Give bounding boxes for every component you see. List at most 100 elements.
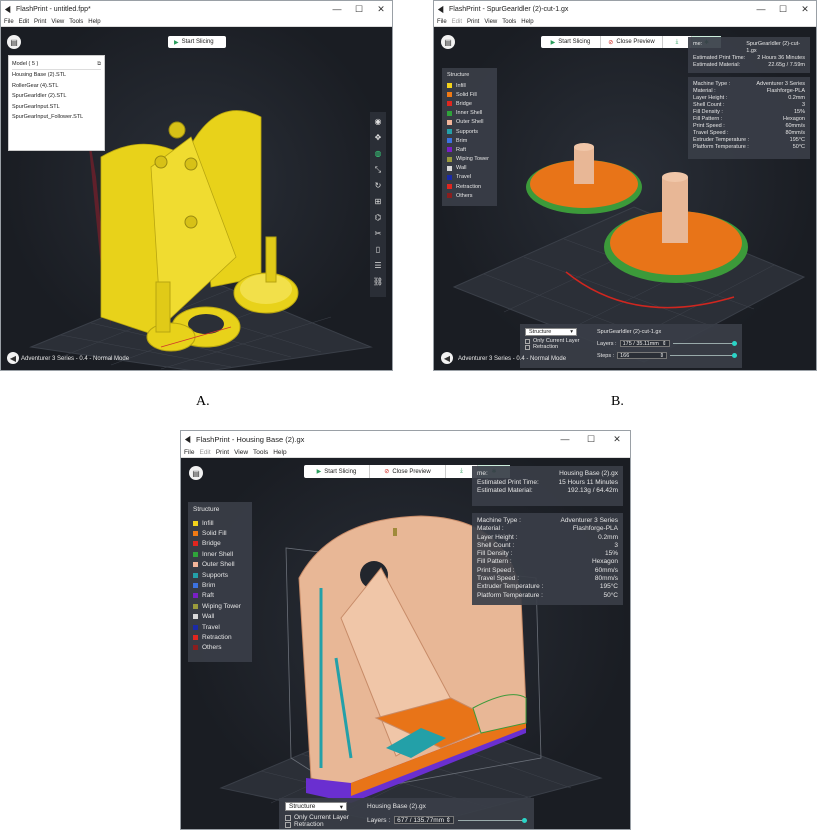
menu-print[interactable]: Print bbox=[216, 449, 229, 456]
minimize-button[interactable]: — bbox=[326, 1, 348, 17]
maximize-button[interactable]: ☐ bbox=[578, 431, 604, 447]
start-slicing-button[interactable]: ▶ Start Slicing bbox=[304, 465, 370, 478]
eye-icon[interactable]: ◉ bbox=[372, 117, 384, 126]
add-icon[interactable]: ⊞ bbox=[372, 197, 384, 206]
steps-slider-handle[interactable] bbox=[732, 353, 737, 358]
machine-row: Travel Speed : 80mm/s bbox=[693, 130, 805, 137]
only-current-layer-checkbox[interactable] bbox=[525, 338, 530, 344]
menu-print[interactable]: Print bbox=[467, 19, 479, 25]
legend-swatch bbox=[193, 634, 198, 640]
close-preview-button[interactable]: ⊘ Close Preview bbox=[370, 465, 446, 478]
minimize-button[interactable]: — bbox=[552, 431, 578, 447]
layers-slider-handle[interactable] bbox=[732, 341, 737, 346]
structure-select[interactable]: Structure ▾ bbox=[525, 328, 577, 336]
menu-tools[interactable]: Tools bbox=[253, 449, 268, 456]
retraction-checkbox[interactable] bbox=[285, 821, 291, 828]
model-item[interactable]: SpurGearInput.STL bbox=[12, 102, 101, 113]
steps-spinbox[interactable]: 166 ⇕ bbox=[617, 352, 668, 359]
menu-file[interactable]: File bbox=[437, 19, 447, 25]
maximize-button[interactable]: ☐ bbox=[772, 1, 794, 17]
menu-help[interactable]: Help bbox=[273, 449, 286, 456]
support-icon[interactable]: ⌬ bbox=[372, 213, 384, 222]
legend-swatch bbox=[447, 83, 452, 89]
close-button[interactable]: ✕ bbox=[370, 1, 392, 17]
legend-item: Infill bbox=[193, 518, 247, 528]
model-item[interactable]: SpurGearInput_Follower.STL bbox=[12, 112, 101, 123]
window-title-a: FlashPrint - untitled.fpp* bbox=[16, 5, 91, 13]
machine-row: Layer Height : 0.2mm bbox=[477, 534, 618, 542]
file-menu-button[interactable]: ▤ bbox=[7, 35, 21, 49]
machine-row: Fill Pattern : Hexagon bbox=[693, 116, 805, 123]
viewport-c[interactable]: ▤ ▶ Start Slicing ⊘ Close Preview ⤓ ✱ me… bbox=[181, 458, 630, 829]
legend-item: Wall bbox=[193, 612, 247, 622]
legend-item: Outer Shell bbox=[447, 118, 492, 127]
menu-help[interactable]: Help bbox=[521, 19, 533, 25]
machine-value: 3 bbox=[614, 541, 618, 549]
machine-value: Hexagon bbox=[591, 558, 618, 566]
menu-view[interactable]: View bbox=[51, 19, 64, 25]
close-preview-button[interactable]: ⊘ Close Preview bbox=[601, 36, 663, 48]
start-slicing-button[interactable]: ▶ Start Slicing bbox=[168, 36, 220, 48]
legend-label: Brim bbox=[202, 582, 216, 590]
menu-edit[interactable]: Edit bbox=[19, 19, 29, 25]
viewport-b[interactable]: ▤ ▶ Start Slicing ⊘ Close Preview ⤓ ✱ me… bbox=[434, 27, 816, 370]
layers-slider[interactable] bbox=[672, 341, 737, 346]
file-menu-button[interactable]: ▤ bbox=[441, 35, 455, 49]
menu-tools[interactable]: Tools bbox=[69, 19, 83, 25]
legend-label: Wall bbox=[202, 613, 215, 621]
link-icon[interactable]: ⛓ bbox=[372, 277, 384, 286]
summary-key: me: bbox=[477, 470, 488, 477]
play-icon: ▶ bbox=[316, 469, 322, 475]
layers-icon[interactable]: ☰ bbox=[372, 261, 384, 270]
close-button[interactable]: ✕ bbox=[604, 431, 630, 447]
menu-edit[interactable]: Edit bbox=[199, 449, 210, 456]
model-item[interactable]: SpurGearIdler (2).STL bbox=[12, 91, 101, 102]
legend-label: Raft bbox=[456, 146, 467, 153]
machine-key: Print Speed : bbox=[477, 566, 515, 574]
view-icon[interactable]: ◍ bbox=[372, 149, 384, 158]
model-item[interactable]: Housing Base (2).STL bbox=[12, 70, 101, 81]
minimize-button[interactable]: — bbox=[750, 1, 772, 17]
extruder-icon[interactable]: ▯ bbox=[372, 245, 384, 254]
legend-item: Supports bbox=[193, 570, 247, 580]
machine-value: 15% bbox=[604, 550, 618, 558]
menu-tools[interactable]: Tools bbox=[502, 19, 516, 25]
only-current-layer-checkbox[interactable] bbox=[285, 814, 291, 821]
legend-label: Inner Shell bbox=[202, 550, 234, 558]
structure-select[interactable]: Structure ▾ bbox=[285, 802, 347, 811]
steps-slider[interactable] bbox=[670, 353, 737, 358]
menu-print[interactable]: Print bbox=[34, 19, 46, 25]
model-list-tools-icon[interactable]: ⧉ bbox=[97, 59, 101, 69]
layers-spinbox[interactable]: 677 / 135.77mm ⇕ bbox=[394, 816, 455, 824]
close-preview-label: Close Preview bbox=[392, 468, 431, 475]
scale-icon[interactable]: ⤡ bbox=[372, 165, 384, 174]
machine-button[interactable]: ◀ bbox=[441, 352, 453, 364]
steps-label: Steps : bbox=[597, 352, 615, 359]
layers-slider[interactable] bbox=[458, 817, 527, 823]
maximize-button[interactable]: ☐ bbox=[348, 1, 370, 17]
layers-slider-handle[interactable] bbox=[522, 817, 527, 823]
rotate-icon[interactable]: ↻ bbox=[372, 181, 384, 190]
start-slicing-button[interactable]: ▶ Start Slicing bbox=[541, 36, 601, 48]
menu-file[interactable]: File bbox=[184, 449, 194, 456]
menu-file[interactable]: File bbox=[4, 19, 14, 25]
menu-view[interactable]: View bbox=[484, 19, 497, 25]
retraction-checkbox[interactable] bbox=[525, 344, 530, 350]
machine-row: Fill Density : 15% bbox=[477, 550, 618, 558]
layers-spinbox[interactable]: 175 / 35.11mm ⇕ bbox=[619, 340, 670, 347]
move-icon[interactable]: ✥ bbox=[372, 133, 384, 142]
start-slicing-label: Start Slicing bbox=[181, 39, 214, 45]
viewport-a[interactable]: ▤ ▶ Start Slicing Model ( 5 ) ⧉ Housing … bbox=[1, 27, 392, 370]
machine-button[interactable]: ◀ bbox=[7, 352, 19, 364]
menu-edit[interactable]: Edit bbox=[452, 19, 462, 25]
cut-icon[interactable]: ✂ bbox=[372, 229, 384, 238]
menu-help[interactable]: Help bbox=[88, 19, 100, 25]
model-item[interactable]: RollerGear (4).STL bbox=[12, 81, 101, 92]
legend-swatch bbox=[447, 138, 452, 144]
file-menu-button[interactable]: ▤ bbox=[189, 466, 203, 480]
summary-value: 192.13g / 64.42m bbox=[567, 487, 618, 494]
close-button[interactable]: ✕ bbox=[794, 1, 816, 17]
legend-swatch bbox=[447, 184, 452, 190]
legend-item: Brim bbox=[193, 580, 247, 590]
menu-view[interactable]: View bbox=[234, 449, 248, 456]
